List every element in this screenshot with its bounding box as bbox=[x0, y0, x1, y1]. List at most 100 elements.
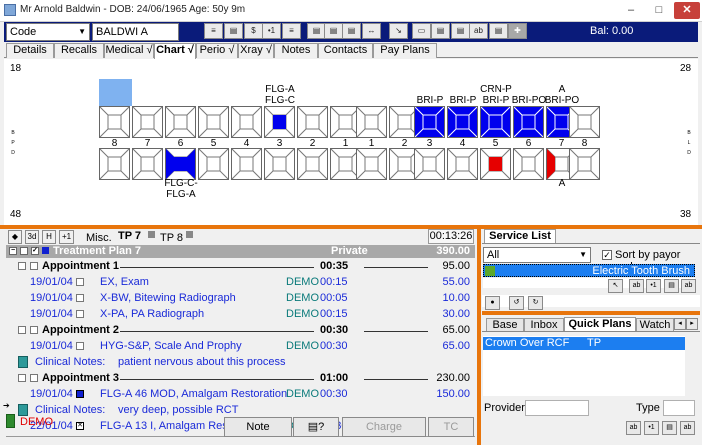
toolbar-button-16[interactable]: ✚ bbox=[508, 23, 527, 39]
tooth-upper-13[interactable] bbox=[480, 106, 511, 138]
appointment-row[interactable]: Appointment 3 01:00 230.00 bbox=[6, 371, 475, 386]
tooth-lower-12[interactable] bbox=[447, 148, 478, 180]
tooth-lower-3[interactable] bbox=[165, 148, 196, 180]
minimize-button[interactable]: – bbox=[618, 3, 644, 19]
tc-button[interactable]: TC bbox=[428, 417, 474, 437]
tooth-lower-5[interactable] bbox=[231, 148, 262, 180]
tab-scroll-left[interactable]: ◂ bbox=[674, 318, 686, 330]
item-checkbox[interactable] bbox=[76, 342, 84, 350]
quick-plan-item[interactable]: Crown Over RCF TP bbox=[483, 337, 685, 350]
collapse-icon[interactable]: − bbox=[9, 247, 17, 255]
h-button[interactable]: H bbox=[42, 230, 56, 244]
tab-misc[interactable]: Misc. bbox=[86, 232, 112, 244]
undo-button[interactable]: ↺ bbox=[509, 296, 524, 310]
patient-field[interactable]: BALDWI A bbox=[92, 23, 179, 41]
appointment-row[interactable]: Appointment 1 00:35 95.00 bbox=[6, 259, 475, 274]
toolbar-button-2[interactable]: ▤ bbox=[224, 23, 243, 39]
code-select[interactable]: Code ▼ bbox=[6, 23, 90, 41]
tooth-upper-1[interactable] bbox=[99, 106, 130, 138]
tooth-lower-9[interactable] bbox=[356, 148, 387, 180]
quick-plan-tool-button-1[interactable]: ab bbox=[626, 421, 641, 435]
splitter-vertical[interactable] bbox=[477, 229, 481, 445]
item-checkbox[interactable] bbox=[76, 390, 84, 398]
diamond-button[interactable]: ◆ bbox=[8, 230, 22, 244]
checkbox[interactable] bbox=[30, 326, 38, 334]
table-row[interactable]: 19/01/04 X-PA, PA Radiograph DEMO 00:15 30.0… bbox=[6, 307, 475, 322]
tooth-lower-11[interactable] bbox=[414, 148, 445, 180]
tab-tp8[interactable]: TP 8 bbox=[160, 232, 183, 244]
tooth-lower-4[interactable] bbox=[198, 148, 229, 180]
tooth-upper-9[interactable] bbox=[356, 106, 387, 138]
dot-button[interactable]: ● bbox=[485, 296, 500, 310]
redo-button[interactable]: ↻ bbox=[528, 296, 543, 310]
item-checkbox[interactable] bbox=[76, 310, 84, 318]
tooth-upper-7[interactable] bbox=[297, 106, 328, 138]
tab-perio[interactable]: Perio √ bbox=[196, 43, 238, 58]
maximize-button[interactable]: □ bbox=[646, 3, 672, 19]
tooth-upper-6[interactable] bbox=[264, 106, 295, 138]
charge-button[interactable]: Charge bbox=[342, 417, 426, 437]
note-button[interactable]: Note bbox=[224, 417, 292, 437]
table-row[interactable]: 19/01/04 X-BW, Bitewing Radiograph DEMO 00:… bbox=[6, 291, 475, 306]
toolbar-button-15[interactable]: ▤ bbox=[489, 23, 508, 39]
close-button[interactable]: ✕ bbox=[674, 2, 700, 19]
tab-watch[interactable]: Watch bbox=[636, 318, 674, 332]
plus-one-button[interactable]: +1 bbox=[59, 230, 74, 244]
tooth-lower-16[interactable] bbox=[569, 148, 600, 180]
service-tool-button-5[interactable]: ab bbox=[681, 279, 696, 293]
tab-tp7[interactable]: TP 7 bbox=[118, 230, 141, 242]
service-tool-button-3[interactable]: •1 bbox=[646, 279, 661, 293]
toolbar-button-13[interactable]: ▤ bbox=[451, 23, 470, 39]
tab-chart[interactable]: Chart √ bbox=[154, 43, 196, 59]
tooth-upper-12[interactable] bbox=[447, 106, 478, 138]
quick-plan-tool-button-3[interactable]: ▤ bbox=[662, 421, 677, 435]
service-tool-button-1[interactable]: ↖ bbox=[608, 279, 623, 293]
tooth-upper-5[interactable] bbox=[231, 106, 262, 138]
table-row[interactable]: 19/01/04 FLG-A 46 MOD, Amalgam Restoratio… bbox=[6, 387, 475, 402]
tooth-lower-14[interactable] bbox=[513, 148, 544, 180]
appointment-row[interactable]: Appointment 2 00:30 65.00 bbox=[6, 323, 475, 338]
splitter-right[interactable] bbox=[482, 311, 700, 315]
tooth-upper-4[interactable] bbox=[198, 106, 229, 138]
toolbar-button-8[interactable]: ▤ bbox=[342, 23, 361, 39]
checkbox[interactable] bbox=[30, 262, 38, 270]
table-row[interactable]: 19/01/04 EX, Exam DEMO 00:15 55.00 bbox=[6, 275, 475, 290]
checkbox[interactable] bbox=[30, 374, 38, 382]
service-item-selected[interactable]: Electric Tooth Brush bbox=[483, 264, 695, 277]
tab-medical[interactable]: Medical √ bbox=[104, 43, 154, 58]
toolbar-button-7[interactable]: ▤ bbox=[324, 23, 343, 39]
3d-button[interactable]: 3d bbox=[25, 230, 39, 244]
clinical-note-row[interactable]: Clinical Notes: very deep, possible RCT bbox=[6, 403, 475, 418]
tab-notes[interactable]: Notes bbox=[274, 43, 318, 58]
toolbar-button-5[interactable]: ≡ bbox=[282, 23, 301, 39]
item-checkbox[interactable] bbox=[76, 294, 84, 302]
tab-inbox[interactable]: Inbox bbox=[524, 318, 564, 332]
service-tool-button-2[interactable]: ab bbox=[629, 279, 644, 293]
tab-scroll-right[interactable]: ▸ bbox=[686, 318, 698, 330]
toolbar-button-3[interactable]: $ bbox=[244, 23, 263, 39]
toolbar-button-11[interactable]: ▭ bbox=[412, 23, 431, 39]
tooth-lower-1[interactable] bbox=[99, 148, 130, 180]
service-tool-button-4[interactable]: ▤ bbox=[664, 279, 679, 293]
item-checkbox[interactable] bbox=[76, 278, 84, 286]
tooth-upper-2[interactable] bbox=[132, 106, 163, 138]
quick-plan-tool-button-4[interactable]: ab bbox=[680, 421, 695, 435]
tab-quick-plans[interactable]: Quick Plans bbox=[564, 317, 636, 332]
filter-select[interactable]: All ▼ bbox=[483, 247, 591, 263]
tooth-upper-11[interactable] bbox=[414, 106, 445, 138]
type-field[interactable] bbox=[663, 400, 695, 416]
tab-details[interactable]: Details bbox=[6, 43, 54, 58]
toolbar-button-10[interactable]: ↘ bbox=[389, 23, 408, 39]
splitter-horizontal[interactable] bbox=[0, 225, 702, 229]
provider-field[interactable] bbox=[525, 400, 589, 416]
toolbar-button-9[interactable]: ↔ bbox=[362, 23, 381, 39]
tab-contacts[interactable]: Contacts bbox=[318, 43, 373, 58]
trash-icon[interactable] bbox=[6, 414, 15, 428]
tab-pay-plans[interactable]: Pay Plans bbox=[373, 43, 437, 58]
toolbar-button-1[interactable]: ≡ bbox=[204, 23, 223, 39]
tab-recalls[interactable]: Recalls bbox=[54, 43, 104, 58]
clinical-note-row[interactable]: Clinical Notes: patient nervous about thi… bbox=[6, 355, 475, 370]
tab-close-icon[interactable] bbox=[186, 231, 193, 238]
tooth-upper-14[interactable] bbox=[513, 106, 544, 138]
checkbox[interactable] bbox=[20, 247, 28, 255]
